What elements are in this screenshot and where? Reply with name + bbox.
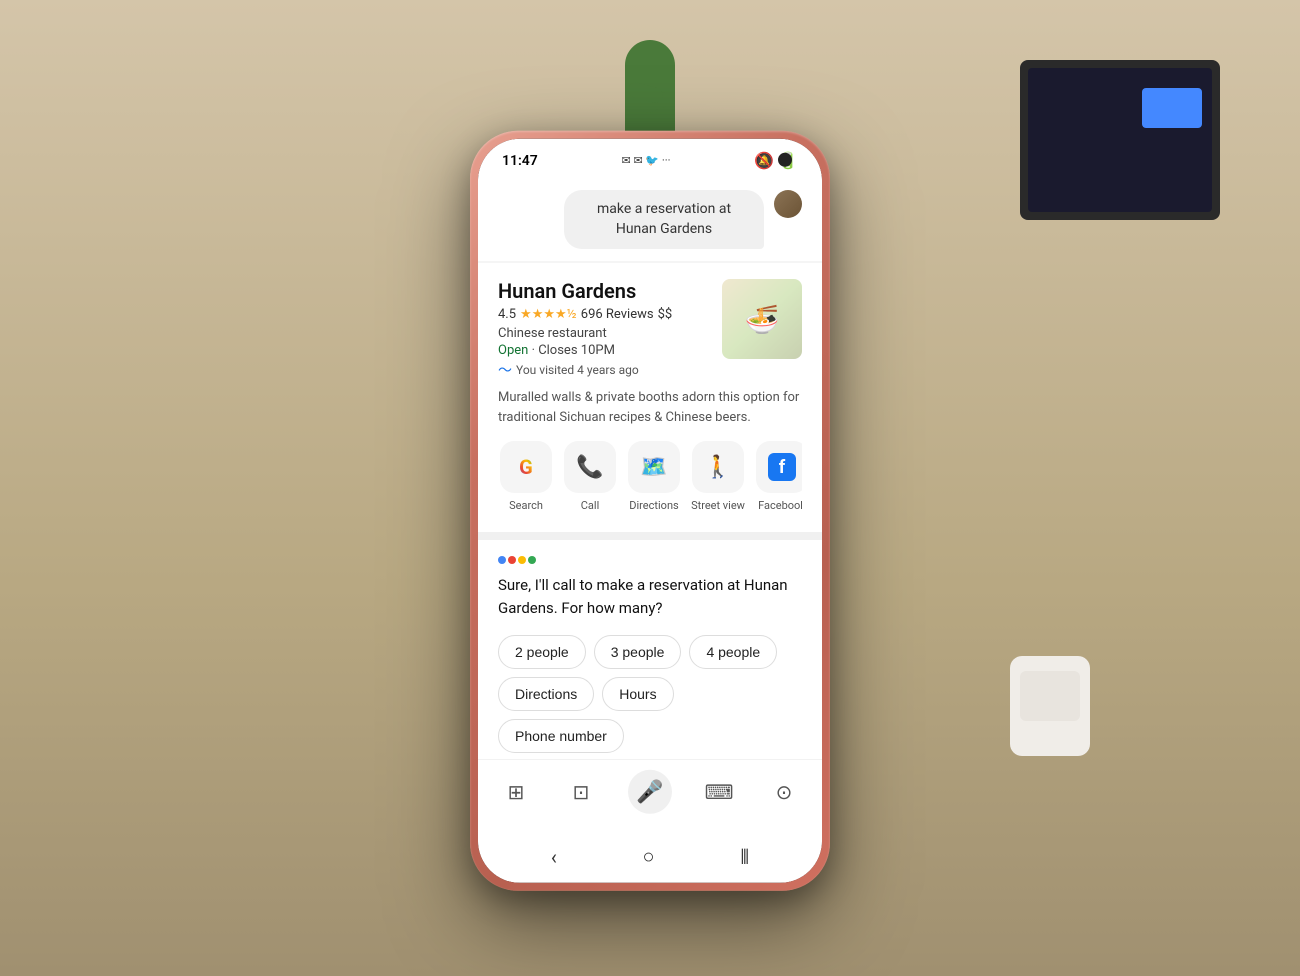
back-button[interactable]: ‹ bbox=[551, 844, 557, 868]
directions-button-label: Directions bbox=[629, 499, 678, 512]
facebook-action-button[interactable]: f Facebook bbox=[754, 441, 802, 512]
dot-blue bbox=[498, 556, 506, 564]
facebook-icon: f bbox=[768, 453, 796, 481]
call-action-button[interactable]: 📞 Call bbox=[562, 441, 618, 512]
dot-red bbox=[508, 556, 516, 564]
chip-directions[interactable]: Directions bbox=[498, 677, 594, 711]
restaurant-hours: Open · Closes 10PM bbox=[498, 343, 722, 358]
streetview-icon-circle[interactable]: 🚶 bbox=[692, 441, 744, 493]
user-message-area: make a reservation at Hunan Gardens bbox=[478, 174, 822, 261]
restaurant-card: Hunan Gardens 4.5 ★★★★½ 696 Reviews $$ C… bbox=[478, 263, 822, 532]
restaurant-info: Hunan Gardens 4.5 ★★★★½ 696 Reviews $$ C… bbox=[498, 279, 722, 380]
bottom-toolbar: ⊞ ⊡ 🎤 ⌨ ⊙ bbox=[498, 770, 802, 814]
chip-4-people[interactable]: 4 people bbox=[689, 635, 777, 669]
camera-hole bbox=[778, 153, 792, 167]
compass-icon[interactable]: ⊙ bbox=[766, 774, 802, 810]
notification-icons: ✉ ✉ 🐦 ··· bbox=[622, 154, 671, 167]
dot-yellow bbox=[518, 556, 526, 564]
phone-case: 11:47 ✉ ✉ 🐦 ··· 🔕 🔋 make a reservation a… bbox=[470, 131, 830, 891]
streetview-action-button[interactable]: 🚶 Street view bbox=[690, 441, 746, 512]
search-button-label: Search bbox=[509, 499, 543, 512]
directions-icon-circle[interactable]: 🗺️ bbox=[628, 441, 680, 493]
phone-inner: 11:47 ✉ ✉ 🐦 ··· 🔕 🔋 make a reservation a… bbox=[478, 139, 822, 883]
action-buttons-row: G Search 📞 Call bbox=[498, 441, 802, 516]
chips-row-1: 2 people 3 people 4 people bbox=[498, 635, 802, 669]
facebook-icon-circle[interactable]: f bbox=[756, 441, 802, 493]
search-icon-circle[interactable]: G bbox=[500, 441, 552, 493]
visit-text: You visited 4 years ago bbox=[516, 363, 639, 377]
background-monitor bbox=[1020, 60, 1220, 220]
directions-icon: 🗺️ bbox=[640, 454, 667, 479]
review-count: 696 Reviews bbox=[581, 307, 654, 322]
call-icon-circle[interactable]: 📞 bbox=[564, 441, 616, 493]
chip-phone-number[interactable]: Phone number bbox=[498, 719, 624, 753]
user-avatar bbox=[774, 190, 802, 218]
facebook-button-label: Facebook bbox=[758, 499, 802, 512]
visit-icon: 〜 bbox=[498, 360, 512, 380]
screen-content[interactable]: make a reservation at Hunan Gardens Huna… bbox=[478, 174, 822, 759]
google-assistant-logo bbox=[498, 556, 536, 564]
restaurant-description: Muralled walls & private booths adorn th… bbox=[498, 388, 802, 427]
chip-hours[interactable]: Hours bbox=[602, 677, 673, 711]
keyboard-icon[interactable]: ⌨ bbox=[701, 774, 737, 810]
phone: 11:47 ✉ ✉ 🐦 ··· 🔕 🔋 make a reservation a… bbox=[470, 131, 830, 891]
status-icons: ✉ ✉ 🐦 ··· bbox=[622, 154, 671, 167]
screen-icon[interactable]: ⊡ bbox=[563, 774, 599, 810]
directions-action-button[interactable]: 🗺️ Directions bbox=[626, 441, 682, 512]
price-level: $$ bbox=[658, 307, 673, 322]
assistant-icon[interactable]: ⊞ bbox=[498, 774, 534, 810]
user-message-bubble: make a reservation at Hunan Gardens bbox=[564, 190, 764, 249]
streetview-icon: 🚶 bbox=[704, 454, 731, 479]
call-button-label: Call bbox=[581, 499, 600, 512]
closing-time: Closes 10PM bbox=[538, 343, 615, 358]
rating-number: 4.5 bbox=[498, 307, 516, 322]
google-g-icon: G bbox=[519, 455, 533, 479]
smart-speaker bbox=[1000, 656, 1100, 776]
status-time: 11:47 bbox=[502, 152, 538, 168]
assistant-header bbox=[498, 556, 802, 564]
section-divider bbox=[478, 532, 822, 540]
recent-button[interactable]: ⦀ bbox=[740, 844, 749, 868]
nav-bar: ‹ ○ ⦀ bbox=[478, 834, 822, 883]
chips-row-2: Directions Hours Phone number bbox=[498, 677, 802, 753]
restaurant-visit: 〜 You visited 4 years ago bbox=[498, 360, 722, 380]
open-status: Open bbox=[498, 343, 528, 358]
phone-screen: 11:47 ✉ ✉ 🐦 ··· 🔕 🔋 make a reservation a… bbox=[478, 139, 822, 883]
chip-2-people[interactable]: 2 people bbox=[498, 635, 586, 669]
microphone-button[interactable]: 🎤 bbox=[628, 770, 672, 814]
home-button[interactable]: ○ bbox=[643, 844, 655, 869]
food-placeholder: 🍜 bbox=[722, 279, 802, 359]
restaurant-image: 🍜 bbox=[722, 279, 802, 359]
status-bar: 11:47 ✉ ✉ 🐦 ··· 🔕 🔋 bbox=[478, 139, 822, 174]
search-action-button[interactable]: G Search bbox=[498, 441, 554, 512]
chip-3-people[interactable]: 3 people bbox=[594, 635, 682, 669]
assistant-section: Sure, I'll call to make a reservation at… bbox=[478, 540, 822, 759]
restaurant-header: Hunan Gardens 4.5 ★★★★½ 696 Reviews $$ C… bbox=[498, 279, 802, 380]
restaurant-rating: 4.5 ★★★★½ 696 Reviews $$ bbox=[498, 307, 722, 322]
call-icon: 📞 bbox=[576, 454, 603, 479]
assistant-response-text: Sure, I'll call to make a reservation at… bbox=[498, 574, 802, 619]
bottom-bar: ⊞ ⊡ 🎤 ⌨ ⊙ bbox=[478, 759, 822, 834]
dot-green bbox=[528, 556, 536, 564]
restaurant-type: Chinese restaurant bbox=[498, 326, 722, 341]
streetview-button-label: Street view bbox=[691, 499, 745, 512]
rating-stars: ★★★★½ bbox=[520, 307, 577, 322]
restaurant-name: Hunan Gardens bbox=[498, 279, 722, 303]
